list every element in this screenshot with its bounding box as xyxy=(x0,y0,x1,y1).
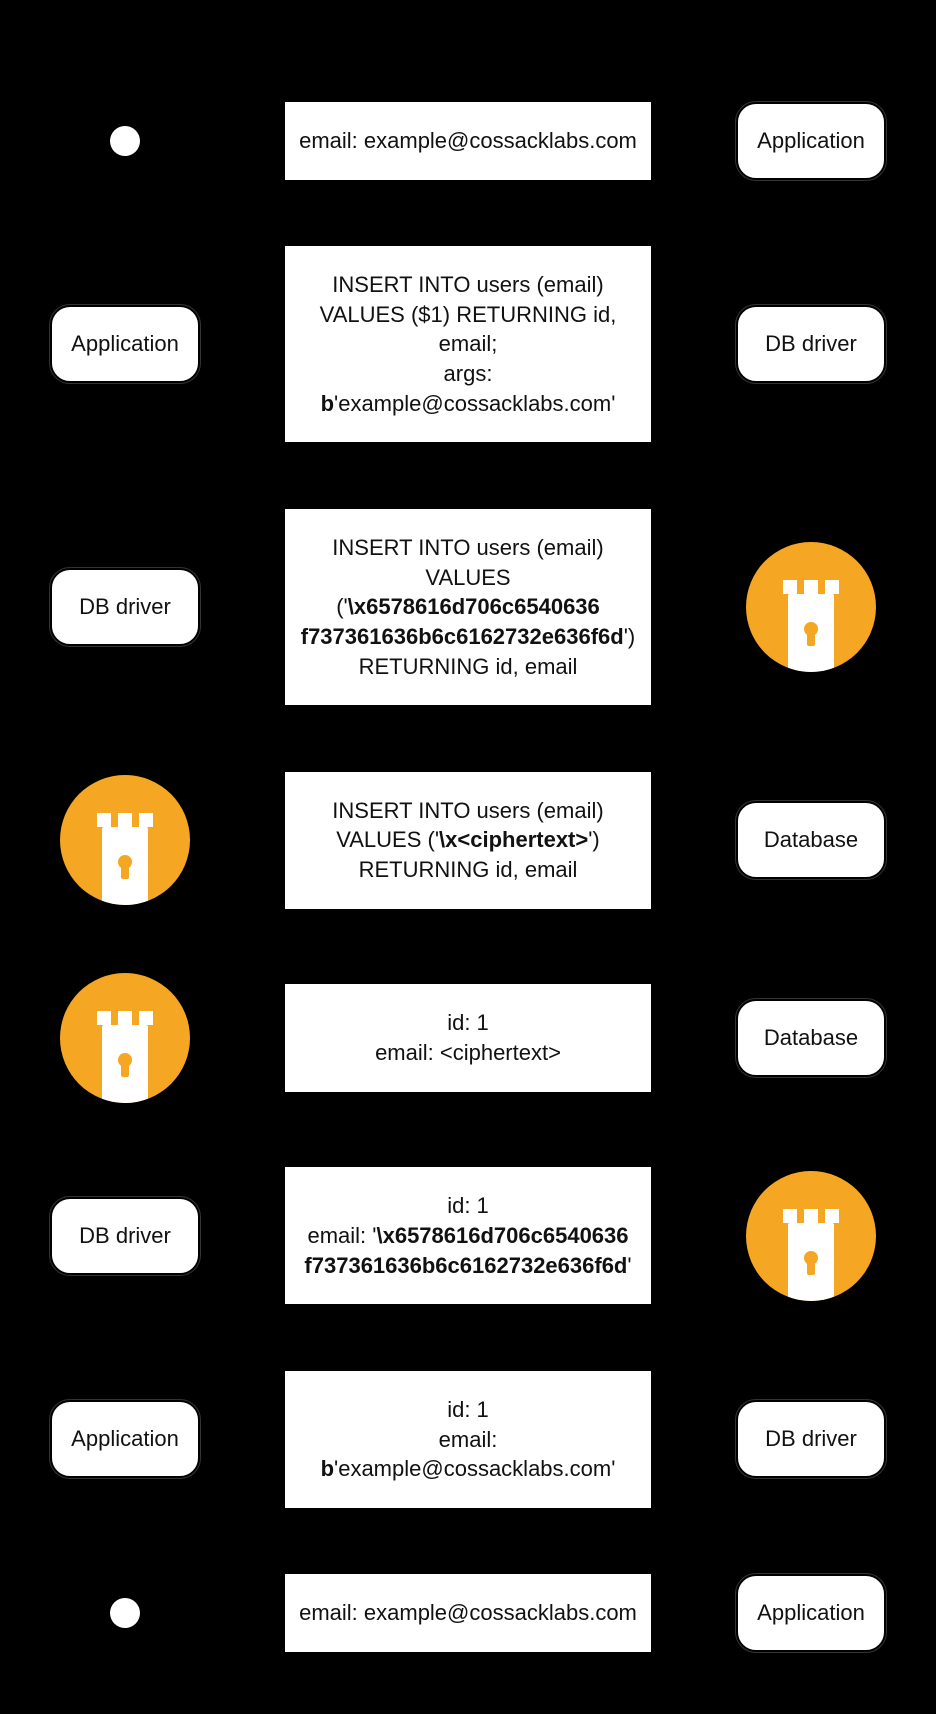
right-slot xyxy=(726,542,896,672)
message-box: INSERT INTO users (email)VALUES ('\x<cip… xyxy=(283,770,653,911)
center-slot: INSERT INTO users (email)VALUES ('\x6578… xyxy=(230,507,706,707)
left-slot: Application xyxy=(40,1400,210,1478)
message-box: email: example@cossacklabs.com xyxy=(283,100,653,182)
message-line: INSERT INTO users (email) xyxy=(299,533,637,563)
node-db_driver: DB driver xyxy=(736,1400,886,1478)
message-line: email: '\x6578616d706c6540636 xyxy=(299,1221,637,1251)
left-slot: DB driver xyxy=(40,568,210,646)
message-box: id: 1email: b'example@cossacklabs.com' xyxy=(283,1369,653,1510)
left-slot: DB driver xyxy=(40,1197,210,1275)
flow-row: DB driver id: 1email: '\x6578616d706c6540… xyxy=(40,1165,896,1306)
right-slot: Application xyxy=(726,1574,896,1652)
user-icon xyxy=(110,1598,140,1628)
message-line: f737361636b6c6162732e636f6d' xyxy=(299,1251,637,1281)
message-line: VALUES ('\x<ciphertext>') xyxy=(299,825,637,855)
right-slot: Database xyxy=(726,999,896,1077)
message-line: id: 1 xyxy=(299,1395,637,1425)
right-slot: DB driver xyxy=(726,1400,896,1478)
center-slot: id: 1email: '\x6578616d706c6540636f73736… xyxy=(230,1165,706,1306)
user-icon xyxy=(110,126,140,156)
node-database: Database xyxy=(736,801,886,879)
message-line: VALUES ('\x6578616d706c6540636 xyxy=(299,563,637,622)
message-box: email: example@cossacklabs.com xyxy=(283,1572,653,1654)
message-line: id: 1 xyxy=(299,1008,637,1038)
message-box: id: 1email: <ciphertext> xyxy=(283,982,653,1093)
acra-tower-icon xyxy=(60,775,190,905)
right-slot: Application xyxy=(726,102,896,180)
message-line: RETURNING id, email xyxy=(299,652,637,682)
message-line: args: b'example@cossacklabs.com' xyxy=(299,359,637,418)
flow-row: Application INSERT INTO users (email)VALU… xyxy=(40,244,896,444)
center-slot: INSERT INTO users (email)VALUES ($1) RET… xyxy=(230,244,706,444)
right-slot xyxy=(726,1171,896,1301)
center-slot: email: example@cossacklabs.com xyxy=(230,100,706,182)
message-line: INSERT INTO users (email) xyxy=(299,796,637,826)
center-slot: id: 1email: <ciphertext> xyxy=(230,982,706,1093)
node-db_driver: DB driver xyxy=(50,1197,200,1275)
left-slot: Application xyxy=(40,305,210,383)
flow-row: INSERT INTO users (email)VALUES ('\x<cip… xyxy=(40,770,896,911)
message-line: INSERT INTO users (email) xyxy=(299,270,637,300)
message-box: INSERT INTO users (email)VALUES ($1) RET… xyxy=(283,244,653,444)
acra-tower-icon xyxy=(746,1171,876,1301)
message-line: f737361636b6c6162732e636f6d') xyxy=(299,622,637,652)
center-slot: id: 1email: b'example@cossacklabs.com' xyxy=(230,1369,706,1510)
center-slot: email: example@cossacklabs.com xyxy=(230,1572,706,1654)
left-slot xyxy=(40,775,210,905)
message-line: email: b'example@cossacklabs.com' xyxy=(299,1425,637,1484)
node-application: Application xyxy=(50,305,200,383)
left-slot xyxy=(40,1598,210,1628)
node-db_driver: DB driver xyxy=(736,305,886,383)
node-application: Application xyxy=(736,1574,886,1652)
left-slot xyxy=(40,973,210,1103)
flow-row: id: 1email: <ciphertext> Database xyxy=(40,973,896,1103)
left-slot xyxy=(40,126,210,156)
message-box: INSERT INTO users (email)VALUES ('\x6578… xyxy=(283,507,653,707)
flow-row: Application id: 1email: b'example@cossack… xyxy=(40,1369,896,1510)
node-database: Database xyxy=(736,999,886,1077)
center-slot: INSERT INTO users (email)VALUES ('\x<cip… xyxy=(230,770,706,911)
node-application: Application xyxy=(50,1400,200,1478)
message-line: email: <ciphertext> xyxy=(299,1038,637,1068)
flow-row: email: example@cossacklabs.com Applicatio… xyxy=(40,1572,896,1654)
acra-tower-icon xyxy=(746,542,876,672)
message-line: email: example@cossacklabs.com xyxy=(299,1598,637,1628)
right-slot: DB driver xyxy=(726,305,896,383)
message-line: id: 1 xyxy=(299,1191,637,1221)
message-box: id: 1email: '\x6578616d706c6540636f73736… xyxy=(283,1165,653,1306)
diagram-canvas: email: example@cossacklabs.com Applicatio… xyxy=(0,0,936,1714)
node-db_driver: DB driver xyxy=(50,568,200,646)
node-application: Application xyxy=(736,102,886,180)
message-line: email: example@cossacklabs.com xyxy=(299,126,637,156)
acra-tower-icon xyxy=(60,973,190,1103)
right-slot: Database xyxy=(726,801,896,879)
flow-row: DB driver INSERT INTO users (email)VALUES… xyxy=(40,507,896,707)
message-line: RETURNING id, email xyxy=(299,855,637,885)
message-line: VALUES ($1) RETURNING id, email; xyxy=(299,300,637,359)
flow-row: email: example@cossacklabs.com Applicatio… xyxy=(40,100,896,182)
